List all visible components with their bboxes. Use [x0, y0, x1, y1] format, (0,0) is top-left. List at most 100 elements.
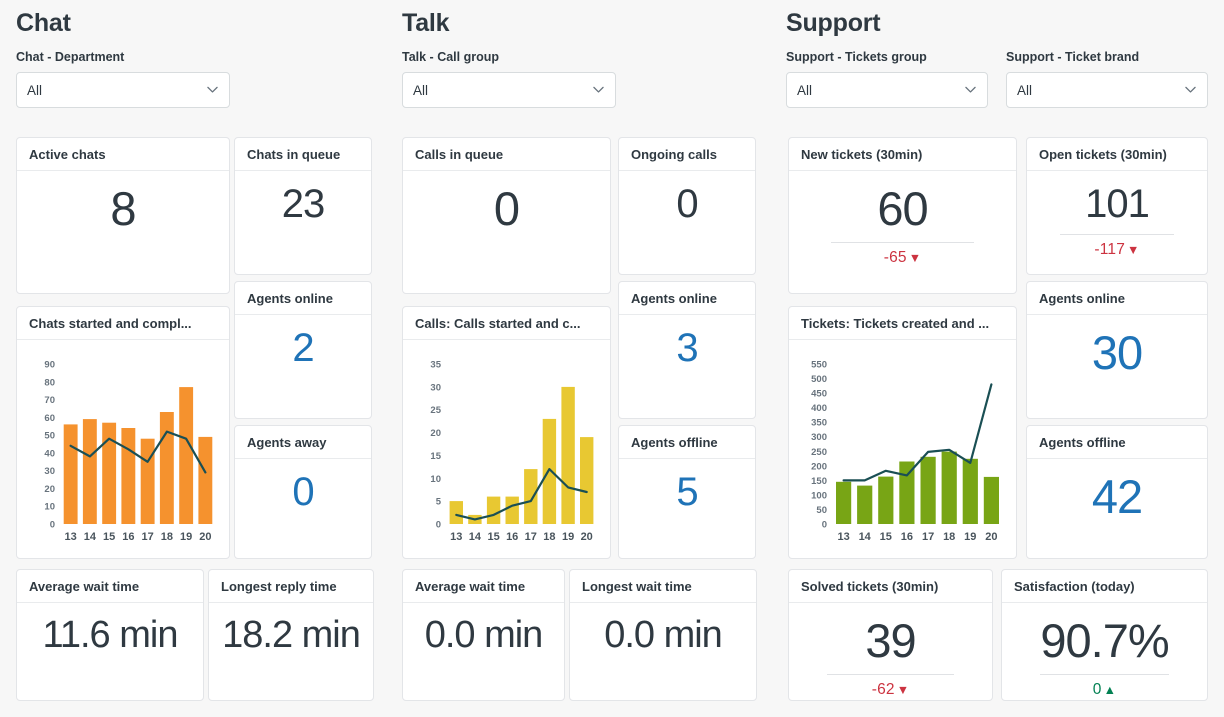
triangle-down-icon: ▼: [908, 251, 922, 266]
filter-talk-call-group: Talk - Call group All: [402, 50, 616, 108]
svg-text:17: 17: [141, 531, 153, 543]
card-talk-average-wait-time: Average wait time 0.0 min: [402, 569, 565, 701]
svg-text:16: 16: [122, 531, 134, 543]
card-body: 39 -62 ▼: [789, 603, 992, 700]
delta-block: -65 ▼: [831, 242, 974, 267]
card-title: Ongoing calls: [619, 138, 755, 171]
card-satisfaction: Satisfaction (today) 90.7% 0 ▲: [1001, 569, 1208, 701]
svg-text:70: 70: [44, 395, 55, 406]
card-body: 0.0 min: [570, 603, 756, 700]
delta-number: 0: [1092, 681, 1102, 699]
card-title: Chats started and compl...: [17, 307, 229, 340]
card-support-agents-offline: Agents offline 42: [1026, 425, 1208, 559]
svg-text:19: 19: [562, 531, 574, 543]
svg-text:150: 150: [811, 476, 827, 487]
talk-call-group-select[interactable]: All: [402, 72, 616, 108]
card-title: Average wait time: [403, 570, 564, 603]
svg-text:20: 20: [44, 484, 55, 495]
card-body: 5: [619, 459, 755, 558]
card-support-chart: Tickets: Tickets created and ... 0 50 100 1…: [788, 306, 1017, 559]
svg-text:400: 400: [811, 403, 827, 414]
svg-text:10: 10: [430, 474, 441, 485]
delta-value: 0 ▲: [1040, 675, 1169, 699]
card-title: Agents offline: [619, 426, 755, 459]
svg-text:15: 15: [103, 531, 115, 543]
svg-text:15: 15: [430, 451, 441, 462]
chat-department-select[interactable]: All: [16, 72, 230, 108]
svg-text:14: 14: [84, 531, 97, 543]
card-body: 11.6 min: [17, 603, 203, 700]
svg-text:16: 16: [506, 531, 518, 543]
delta-block: -117 ▼: [1060, 234, 1174, 259]
triangle-down-icon: ▼: [1127, 243, 1140, 258]
chat-section-title: Chat: [16, 9, 71, 37]
talk-filters: Talk - Call group All: [402, 50, 774, 108]
card-body: 8: [17, 171, 229, 293]
svg-text:50: 50: [44, 431, 55, 442]
card-open-tickets: Open tickets (30min) 101 -117 ▼: [1026, 137, 1208, 275]
card-body: 0: [235, 459, 371, 558]
metric-value: 3: [676, 326, 698, 370]
card-title: Agents online: [235, 282, 371, 315]
card-title: Agents offline: [1027, 426, 1207, 459]
support-section-title: Support: [786, 9, 881, 37]
metric-value: 8: [110, 182, 136, 235]
triangle-down-icon: ▼: [896, 683, 910, 698]
delta-value: -62 ▼: [827, 675, 955, 699]
metric-value: 0: [292, 470, 314, 514]
card-body: 42: [1027, 459, 1207, 558]
chevron-down-icon: [1185, 86, 1196, 93]
svg-text:5: 5: [436, 497, 442, 508]
svg-text:10: 10: [44, 502, 55, 513]
card-title: Calls in queue: [403, 138, 610, 171]
svg-text:18: 18: [161, 531, 173, 543]
svg-text:20: 20: [430, 428, 441, 439]
svg-text:20: 20: [199, 531, 211, 543]
filter-label: Support - Tickets group: [786, 50, 927, 64]
card-body: 0.0 min: [403, 603, 564, 700]
delta-number: -62: [871, 681, 895, 699]
svg-text:17: 17: [922, 531, 934, 543]
svg-text:19: 19: [180, 531, 192, 543]
card-body: 0: [619, 171, 755, 274]
filter-support-ticket-brand: Support - Ticket brand All: [1006, 50, 1208, 108]
card-talk-agents-online: Agents online 3: [618, 281, 756, 419]
svg-text:250: 250: [811, 447, 827, 458]
card-chat-longest-reply-time: Longest reply time 18.2 min: [208, 569, 374, 701]
chevron-down-icon: [207, 86, 218, 93]
svg-text:18: 18: [543, 531, 555, 543]
filter-label: Chat - Department: [16, 50, 125, 64]
card-title: Longest wait time: [570, 570, 756, 603]
card-body: 3: [619, 315, 755, 418]
card-body: 2: [235, 315, 371, 418]
metric-value: 30: [1091, 326, 1143, 379]
card-title: New tickets (30min): [789, 138, 1016, 171]
svg-text:20: 20: [985, 531, 997, 543]
svg-text:13: 13: [64, 531, 76, 543]
triangle-up-icon: ▲: [1103, 683, 1117, 698]
talk-combo-chart: 0 5 10 15 20 25 30 35 13 14 15 16 17 18 19 20: [403, 340, 610, 558]
svg-text:350: 350: [811, 418, 827, 429]
filter-label: Support - Ticket brand: [1006, 50, 1140, 64]
svg-text:15: 15: [487, 531, 499, 543]
svg-text:50: 50: [816, 505, 827, 516]
card-talk-agents-offline: Agents offline 5: [618, 425, 756, 559]
svg-text:60: 60: [44, 413, 55, 424]
metric-value: 39: [865, 614, 916, 667]
dashboard: Chat Chat - Department All Active chats …: [0, 0, 1224, 717]
support-ticket-brand-select[interactable]: All: [1006, 72, 1208, 108]
support-tickets-group-select[interactable]: All: [786, 72, 988, 108]
card-title: Calls: Calls started and c...: [403, 307, 610, 340]
card-title: Satisfaction (today): [1002, 570, 1207, 603]
select-value: All: [797, 82, 813, 98]
delta-value: -65 ▼: [831, 243, 974, 267]
metric-value: 0.0 min: [604, 614, 723, 656]
card-ongoing-calls: Ongoing calls 0: [618, 137, 756, 275]
svg-text:450: 450: [811, 389, 827, 400]
svg-text:25: 25: [430, 405, 441, 416]
metric-value: 23: [281, 182, 326, 226]
card-title: Active chats: [17, 138, 229, 171]
svg-text:14: 14: [469, 531, 482, 543]
svg-text:300: 300: [811, 432, 827, 443]
chat-section: Chat Chat - Department All: [16, 0, 388, 108]
